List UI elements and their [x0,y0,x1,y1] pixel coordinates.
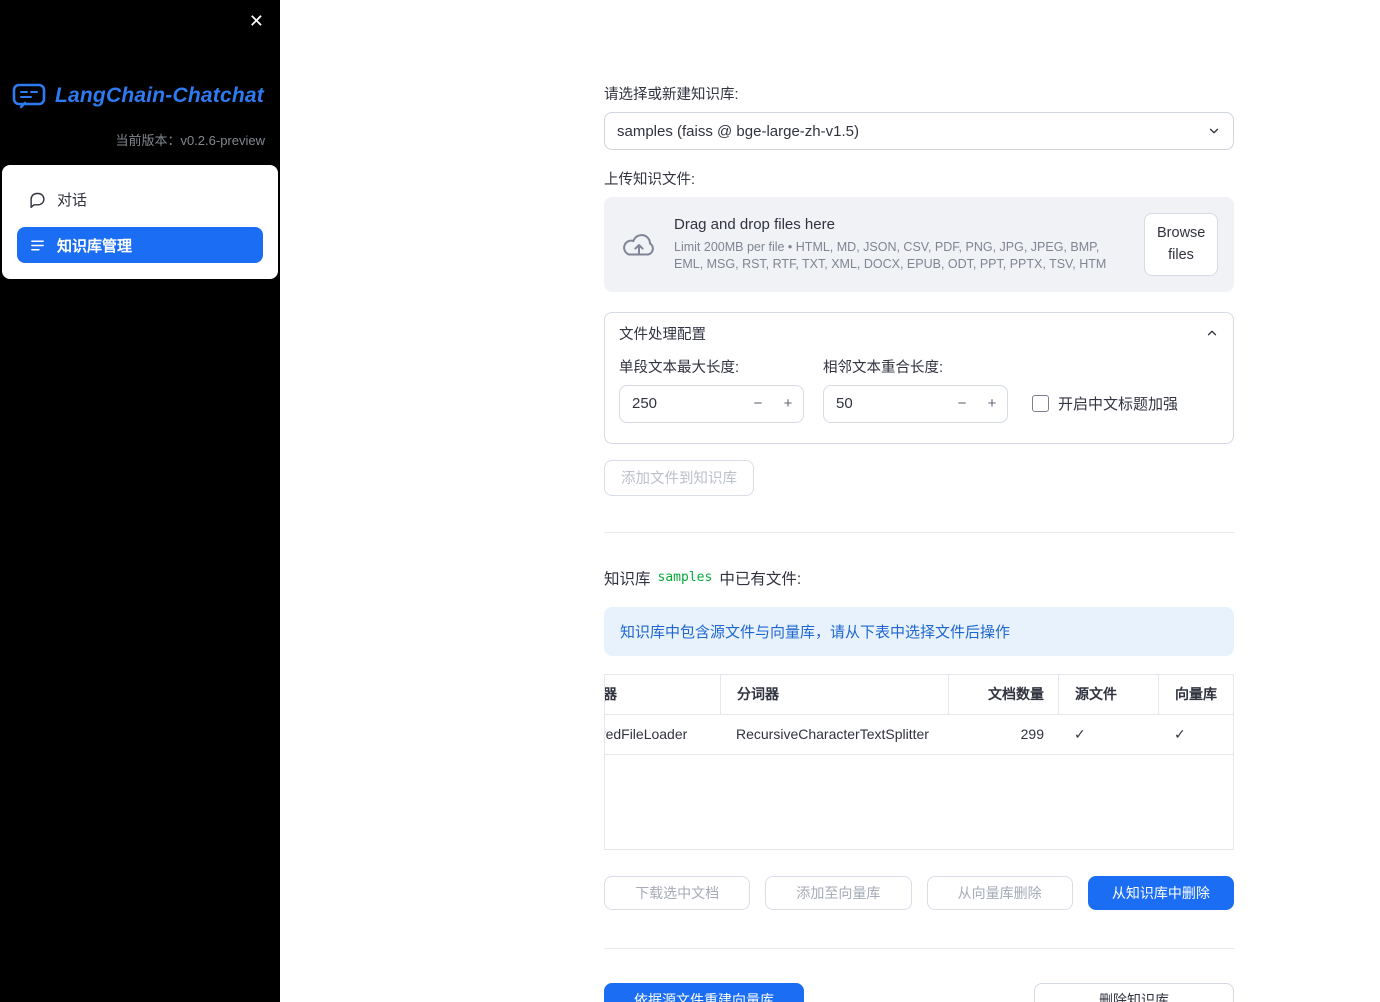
table-header-row: 文档加载器 分词器 文档数量 源文件 向量库 [605,674,1233,715]
file-uploader-dropzone[interactable]: Drag and drop files here Limit 200MB per… [604,197,1234,292]
overlap-size-decrement-button[interactable]: − [947,395,977,412]
version-label: 当前版本：v0.2.6-preview [115,133,265,148]
col-header-loader[interactable]: 文档加载器 [605,675,720,714]
cell-splitter: RecursiveCharacterTextSplitter [736,726,929,743]
cell-doc-count: 299 [1020,726,1044,743]
chunk-size-label: 单段文本最大长度: [619,359,740,376]
kb-files-table: 文档加载器 分词器 文档数量 源文件 向量库 UnstructuredFileL… [604,673,1234,850]
cloud-upload-icon [620,229,658,259]
rebuild-vector-store-button[interactable]: 依据源文件重建向量库 [604,982,804,1002]
delete-from-vector-store-button[interactable]: 从向量库删除 [926,875,1073,910]
file-config-expander-header[interactable]: 文件处理配置 [605,313,1233,354]
app-logo: LangChain-Chatchat [12,82,280,110]
chunk-size-input[interactable]: 250 − + [619,384,804,423]
sidebar-item-label: 对话 [57,191,88,209]
chunk-size-value: 250 [632,395,658,413]
delete-from-kb-button[interactable]: 从知识库中删除 [1087,875,1234,910]
file-actions-row: 下载选中文档 添加至向量库 从向量库删除 从知识库中删除 [604,875,1234,910]
list-icon [29,237,46,254]
cell-loader: UnstructuredFileLoader [605,726,688,743]
kb-manage-row: 依据源文件重建向量库 删除知识库 [604,982,1234,1002]
file-config-expander: 文件处理配置 单段文本最大长度: 250 − + 相邻文本重合长度: 50 − … [604,311,1234,444]
kb-selectbox-value: samples (faiss @ bge-large-zh-v1.5) [617,122,859,140]
delete-kb-button[interactable]: 删除知识库 [1034,982,1234,1002]
divider [604,947,1234,949]
sidebar-close-icon[interactable]: ✕ [245,6,268,36]
cell-source-file-check: ✓ [1074,725,1086,742]
main-area: 请选择或新建知识库: samples (faiss @ bge-large-zh… [280,0,1380,1002]
sidebar-item-knowledge-base[interactable]: 知识库管理 [17,227,263,263]
info-alert-text: 知识库中包含源文件与向量库，请从下表中选择文件后操作 [620,623,1011,641]
sidebar-nav: 对话 知识库管理 [2,165,278,279]
kb-files-prefix: 知识库 [604,570,651,588]
uploader-drag-text: Drag and drop files here [674,216,835,234]
col-header-source-file[interactable]: 源文件 [1058,674,1158,714]
kb-name-code: samples [657,570,713,586]
col-header-doc-count[interactable]: 文档数量 [948,674,1058,714]
kb-selectbox[interactable]: samples (faiss @ bge-large-zh-v1.5) [604,112,1234,150]
info-alert: 知识库中包含源文件与向量库，请从下表中选择文件后操作 [604,606,1234,656]
kb-files-suffix: 中已有文件: [719,570,802,588]
download-selected-button[interactable]: 下载选中文档 [604,875,751,910]
checkbox-box-icon[interactable] [1032,394,1049,412]
table-empty-area [605,755,1233,849]
uploader-limit-text: Limit 200MB per file • HTML, MD, JSON, C… [674,240,1107,271]
zh-title-enhance-checkbox[interactable]: 开启中文标题加强 [1032,393,1178,414]
chevron-down-icon [1207,124,1221,138]
upload-label: 上传知识文件: [604,172,696,188]
overlap-size-input[interactable]: 50 − + [823,384,1008,423]
sidebar: ✕ LangChain-Chatchat 当前版本：v0.2.6-preview… [0,0,280,1002]
col-header-splitter[interactable]: 分词器 [720,674,948,714]
logo-text: LangChain-Chatchat [55,84,264,107]
chat-bubble-icon [29,191,46,208]
file-config-title: 文件处理配置 [619,326,706,343]
browse-files-button[interactable]: Browse files [1144,213,1218,276]
col-header-vector-store[interactable]: 向量库 [1158,674,1233,714]
overlap-size-label: 相邻文本重合长度: [823,359,944,376]
overlap-size-value: 50 [836,395,853,413]
kb-files-heading: 知识库 samples 中已有文件: [604,567,1234,589]
divider [604,531,1234,533]
logo-chat-icon [12,82,46,110]
chevron-up-icon [1205,326,1219,340]
zh-title-enhance-label: 开启中文标题加强 [1058,395,1179,413]
sidebar-item-dialogue[interactable]: 对话 [17,181,263,217]
overlap-size-increment-button[interactable]: + [977,395,1007,412]
cell-vector-store-check: ✓ [1174,725,1186,742]
table-row[interactable]: UnstructuredFileLoader RecursiveCharacte… [605,715,1233,755]
kb-select-label: 请选择或新建知识库: [604,87,739,103]
sidebar-item-label: 知识库管理 [57,237,133,255]
add-files-to-kb-button[interactable]: 添加文件到知识库 [604,459,754,496]
add-to-vector-store-button[interactable]: 添加至向量库 [765,875,912,910]
chunk-size-decrement-button[interactable]: − [743,395,773,412]
chunk-size-increment-button[interactable]: + [773,395,803,412]
